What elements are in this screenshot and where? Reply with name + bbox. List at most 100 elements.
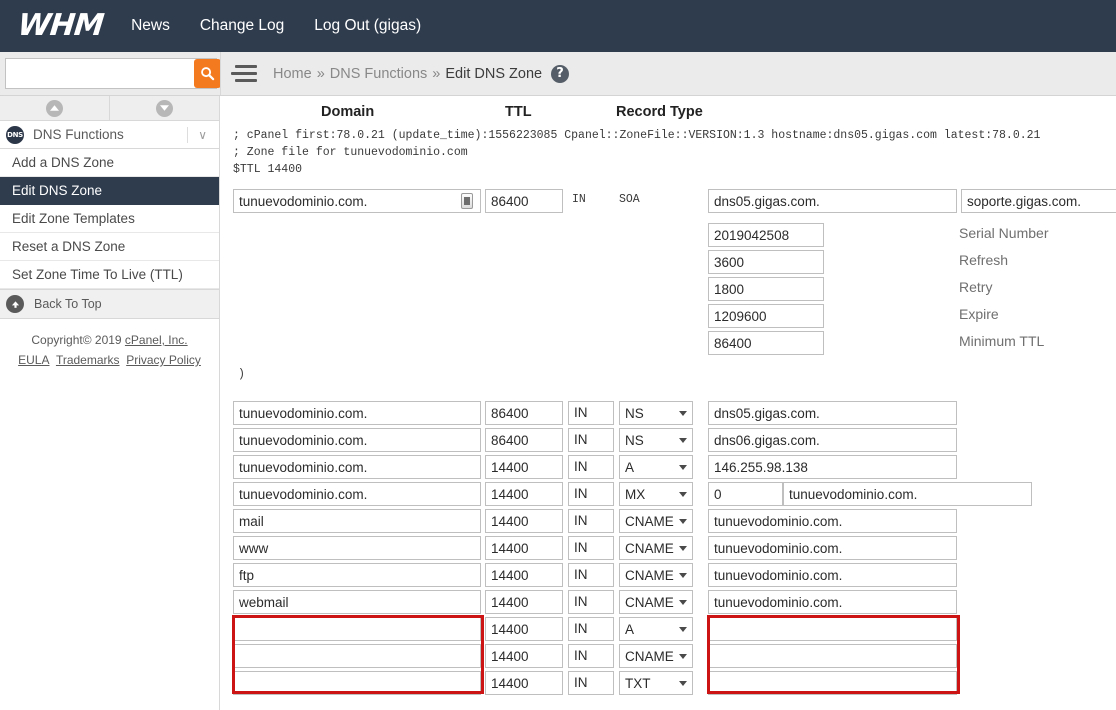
- soa-contact-email-input[interactable]: [961, 189, 1116, 213]
- record-type-select-wrapper[interactable]: AAAAACNAMEMXNSSRVTXT: [619, 563, 693, 587]
- main-content: Domain TTL Record Type ; cPanel first:78…: [221, 96, 1116, 710]
- record-value-input[interactable]: [708, 455, 957, 479]
- record-type-select[interactable]: AAAAACNAMEMXNSSRVTXT: [619, 455, 693, 479]
- soa-retry-input[interactable]: [708, 277, 824, 301]
- eula-link[interactable]: EULA: [18, 353, 49, 367]
- record-type-select[interactable]: AAAAACNAMEMXNSSRVTXT: [619, 536, 693, 560]
- sidebar-item-edit-zone-templates[interactable]: Edit Zone Templates: [0, 205, 219, 233]
- soa-domain-resize-handle[interactable]: [461, 193, 473, 209]
- soa-serial-number-input[interactable]: [708, 223, 824, 247]
- record-value-input[interactable]: [708, 428, 957, 452]
- copyright-text: Copyright© 2019: [31, 333, 125, 347]
- record-type-select-wrapper[interactable]: AAAAACNAMEMXNSSRVTXT: [619, 401, 693, 425]
- hamburger-menu-icon[interactable]: [231, 63, 257, 85]
- record-domain-input[interactable]: [233, 671, 481, 695]
- record-type-select-wrapper[interactable]: AAAAACNAMEMXNSSRVTXT: [619, 590, 693, 614]
- record-value-input[interactable]: [708, 617, 957, 641]
- record-type-select[interactable]: AAAAACNAMEMXNSSRVTXT: [619, 482, 693, 506]
- record-ttl-input[interactable]: [485, 536, 563, 560]
- record-type-select-wrapper[interactable]: AAAAACNAMEMXNSSRVTXT: [619, 509, 693, 533]
- record-ttl-input[interactable]: [485, 590, 563, 614]
- record-type-select-wrapper[interactable]: AAAAACNAMEMXNSSRVTXT: [619, 617, 693, 641]
- soa-expire-label: Expire: [959, 306, 999, 322]
- record-value-input[interactable]: [708, 590, 957, 614]
- record-value-input[interactable]: [708, 536, 957, 560]
- record-ttl-input[interactable]: [485, 455, 563, 479]
- record-type-select-wrapper[interactable]: AAAAACNAMEMXNSSRVTXT: [619, 671, 693, 695]
- record-ttl-input[interactable]: [485, 509, 563, 533]
- record-type-select[interactable]: AAAAACNAMEMXNSSRVTXT: [619, 563, 693, 587]
- record-type-select[interactable]: AAAAACNAMEMXNSSRVTXT: [619, 617, 693, 641]
- record-type-select[interactable]: AAAAACNAMEMXNSSRVTXT: [619, 509, 693, 533]
- sidebar-collapse-all-button[interactable]: [0, 96, 110, 120]
- dns-icon: DNS: [6, 126, 24, 144]
- record-ttl-input[interactable]: [485, 482, 563, 506]
- breadcrumb-item-home[interactable]: Home: [273, 66, 312, 82]
- record-value-input[interactable]: [708, 671, 957, 695]
- footer-links: EULA Trademarks Privacy Policy: [0, 350, 219, 370]
- record-domain-input[interactable]: [233, 401, 481, 425]
- record-value-input[interactable]: [708, 644, 957, 668]
- record-priority-input[interactable]: [708, 482, 783, 506]
- record-domain-input[interactable]: [233, 482, 481, 506]
- record-domain-input[interactable]: [233, 644, 481, 668]
- record-value-input[interactable]: [708, 509, 957, 533]
- record-type-select-wrapper[interactable]: AAAAACNAMEMXNSSRVTXT: [619, 482, 693, 506]
- top-nav-log-out[interactable]: Log Out (gigas): [314, 17, 421, 35]
- back-to-top-button[interactable]: Back To Top: [0, 289, 219, 319]
- cpanel-inc-link[interactable]: cPanel, Inc.: [125, 333, 188, 347]
- sidebar-item-reset-a-dns-zone[interactable]: Reset a DNS Zone: [0, 233, 219, 261]
- soa-ttl-input[interactable]: [485, 189, 563, 213]
- record-ttl-input[interactable]: [485, 617, 563, 641]
- sidebar-group-dns-functions[interactable]: DNS DNS Functions ∨: [0, 121, 219, 149]
- breadcrumb-item-edit-dns-zone: Edit DNS Zone: [445, 66, 542, 82]
- zone-ttl-directive: $TTL 14400: [233, 163, 302, 176]
- record-domain-input[interactable]: [233, 563, 481, 587]
- record-ttl-input[interactable]: [485, 428, 563, 452]
- record-value-input[interactable]: [783, 482, 1032, 506]
- record-ttl-input[interactable]: [485, 644, 563, 668]
- record-type-select[interactable]: AAAAACNAMEMXNSSRVTXT: [619, 401, 693, 425]
- record-type-select[interactable]: AAAAACNAMEMXNSSRVTXT: [619, 590, 693, 614]
- record-value-input[interactable]: [708, 563, 957, 587]
- soa-refresh-input[interactable]: [708, 250, 824, 274]
- record-type-select-wrapper[interactable]: AAAAACNAMEMXNSSRVTXT: [619, 428, 693, 452]
- search-input[interactable]: [6, 59, 194, 88]
- record-value-input[interactable]: [708, 401, 957, 425]
- record-domain-input[interactable]: [233, 536, 481, 560]
- record-domain-input[interactable]: [233, 455, 481, 479]
- record-domain-input[interactable]: [233, 428, 481, 452]
- sidebar-item-set-zone-time-to-live[interactable]: Set Zone Time To Live (TTL): [0, 261, 219, 289]
- record-type-select-wrapper[interactable]: AAAAACNAMEMXNSSRVTXT: [619, 536, 693, 560]
- record-ttl-input[interactable]: [485, 401, 563, 425]
- search-box[interactable]: [5, 58, 217, 89]
- record-ttl-input[interactable]: [485, 563, 563, 587]
- search-button[interactable]: [194, 59, 221, 88]
- soa-minimum-ttl-input[interactable]: [708, 331, 824, 355]
- record-type-select[interactable]: AAAAACNAMEMXNSSRVTXT: [619, 428, 693, 452]
- column-header-record-type: Record Type: [616, 104, 703, 120]
- record-class-field: IN: [568, 428, 614, 452]
- record-domain-input[interactable]: [233, 617, 481, 641]
- trademarks-link[interactable]: Trademarks: [56, 353, 120, 367]
- sidebar-expand-all-button[interactable]: [110, 96, 219, 120]
- soa-expire-input[interactable]: [708, 304, 824, 328]
- record-type-select[interactable]: AAAAACNAMEMXNSSRVTXT: [619, 644, 693, 668]
- soa-domain-input[interactable]: [233, 189, 481, 213]
- top-nav-news[interactable]: News: [131, 17, 170, 35]
- record-ttl-input[interactable]: [485, 671, 563, 695]
- record-domain-input[interactable]: [233, 509, 481, 533]
- help-icon[interactable]: ?: [551, 65, 569, 83]
- soa-primary-nameserver-input[interactable]: [708, 189, 957, 213]
- record-domain-input[interactable]: [233, 590, 481, 614]
- chevron-down-icon[interactable]: ∨: [187, 127, 219, 143]
- record-type-select-wrapper[interactable]: AAAAACNAMEMXNSSRVTXT: [619, 644, 693, 668]
- privacy-policy-link[interactable]: Privacy Policy: [126, 353, 201, 367]
- sidebar-item-edit-dns-zone[interactable]: Edit DNS Zone: [0, 177, 219, 205]
- breadcrumb-item-dns-functions[interactable]: DNS Functions: [330, 66, 428, 82]
- top-nav-change-log[interactable]: Change Log: [200, 17, 284, 35]
- record-type-select[interactable]: AAAAACNAMEMXNSSRVTXT: [619, 671, 693, 695]
- record-type-select-wrapper[interactable]: AAAAACNAMEMXNSSRVTXT: [619, 455, 693, 479]
- sidebar-item-add-a-dns-zone[interactable]: Add a DNS Zone: [0, 149, 219, 177]
- top-header-bar: WHM News Change Log Log Out (gigas): [0, 0, 1116, 52]
